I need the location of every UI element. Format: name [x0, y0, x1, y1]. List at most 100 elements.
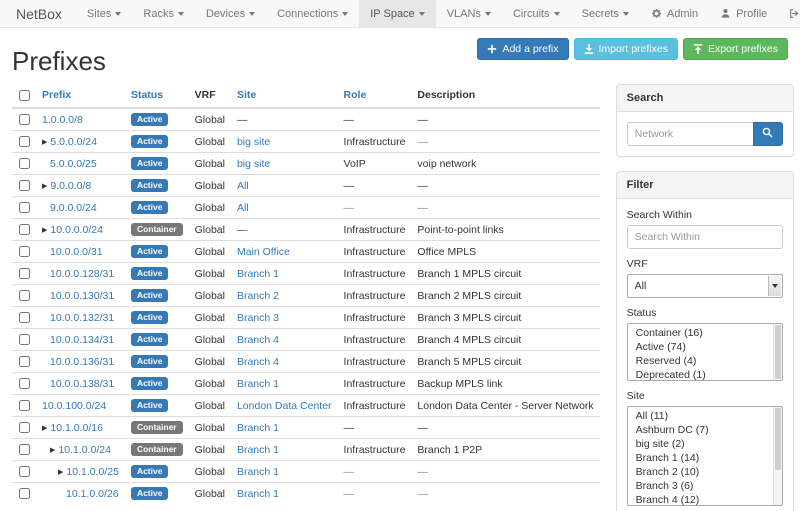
site-option[interactable]: Branch 2 (10) [628, 465, 782, 479]
select-all-checkbox[interactable] [19, 90, 30, 101]
search-button[interactable] [753, 122, 783, 146]
site-link[interactable]: Branch 1 [237, 444, 279, 456]
row-checkbox[interactable] [19, 158, 30, 169]
row-checkbox[interactable] [19, 378, 30, 389]
site-link[interactable]: Branch 1 [237, 268, 279, 280]
prefix-link[interactable]: 10.0.0.132/31 [50, 312, 114, 324]
site-link[interactable]: All [237, 202, 249, 214]
site-link[interactable]: London Data Center [237, 400, 332, 412]
row-checkbox[interactable] [19, 400, 30, 411]
import-prefixes-button[interactable]: Import prefixes [574, 38, 678, 60]
nav-item-admin[interactable]: Admin [640, 0, 709, 27]
row-checkbox[interactable] [19, 268, 30, 279]
site-multiselect[interactable]: All (11)Ashburn DC (7)big site (2)Branch… [627, 406, 783, 506]
site-option[interactable]: Branch 3 (6) [628, 479, 782, 493]
site-link[interactable]: Branch 3 [237, 312, 279, 324]
vrf-select[interactable]: All [627, 274, 783, 298]
site-link[interactable]: Branch 2 [237, 290, 279, 302]
prefix-link[interactable]: 10.1.0.0/24 [58, 444, 111, 456]
prefix-link[interactable]: 1.0.0.0/8 [42, 114, 83, 126]
status-multiselect[interactable]: Container (16)Active (74)Reserved (4)Dep… [627, 323, 783, 381]
nav-item-ip-space[interactable]: IP Space [359, 0, 435, 27]
row-checkbox[interactable] [19, 356, 30, 367]
status-option[interactable]: Reserved (4) [628, 354, 782, 368]
scrollbar-thumb[interactable] [775, 408, 781, 470]
nav-item-label: Connections [277, 8, 338, 20]
row-checkbox[interactable] [19, 136, 30, 147]
search-within-input[interactable] [627, 225, 783, 249]
site-link[interactable]: Branch 4 [237, 356, 279, 368]
site-link[interactable]: Main Office [237, 246, 290, 258]
scrollbar-track[interactable] [773, 407, 782, 505]
site-link[interactable]: Branch 4 [237, 334, 279, 346]
row-checkbox[interactable] [19, 334, 30, 345]
row-checkbox[interactable] [19, 312, 30, 323]
site-link[interactable]: Branch 1 [237, 466, 279, 478]
nav-item-racks[interactable]: Racks [132, 0, 195, 27]
row-checkbox[interactable] [19, 466, 30, 477]
description-cell: Office MPLS [411, 241, 599, 263]
netbox-logo[interactable]: NetBox [0, 0, 76, 27]
prefix-link[interactable]: 9.0.0.0/24 [50, 202, 97, 214]
site-option[interactable]: Ashburn DC (7) [628, 423, 782, 437]
scrollbar-thumb[interactable] [775, 325, 781, 379]
row-checkbox[interactable] [19, 180, 30, 191]
prefix-link[interactable]: 10.0.0.130/31 [50, 290, 114, 302]
site-option[interactable]: big site (2) [628, 437, 782, 451]
column-header-site[interactable]: Site [231, 84, 338, 108]
prefix-link[interactable]: 10.0.0.136/31 [50, 356, 114, 368]
nav-item-profile[interactable]: Profile [709, 0, 778, 27]
row-checkbox[interactable] [19, 444, 30, 455]
column-header-status[interactable]: Status [125, 84, 189, 108]
prefix-link[interactable]: 10.1.0.0/25 [66, 466, 119, 478]
prefix-link[interactable]: 5.0.0.0/24 [50, 136, 97, 148]
column-header-vrf: VRF [189, 84, 231, 108]
status-option[interactable]: Container (16) [628, 326, 782, 340]
nav-item-circuits[interactable]: Circuits [502, 0, 571, 27]
row-checkbox[interactable] [19, 488, 30, 499]
vrf-cell: Global [189, 395, 231, 417]
prefix-link[interactable]: 10.0.0.138/31 [50, 378, 114, 390]
nav-item-sites[interactable]: Sites [76, 0, 132, 27]
prefix-link[interactable]: 10.0.0.128/31 [50, 268, 114, 280]
prefix-link[interactable]: 10.0.0.0/24 [50, 224, 103, 236]
prefix-link[interactable]: 5.0.0.0/25 [50, 158, 97, 170]
site-link[interactable]: Branch 1 [237, 422, 279, 434]
site-link[interactable]: big site [237, 158, 270, 170]
site-link[interactable]: Branch 1 [237, 488, 279, 500]
import-icon [584, 44, 594, 54]
nav-item-vlans[interactable]: VLANs [436, 0, 502, 27]
row-checkbox[interactable] [19, 422, 30, 433]
prefix-link[interactable]: 10.1.0.0/16 [50, 422, 103, 434]
prefix-link[interactable]: 10.0.100.0/24 [42, 400, 106, 412]
site-option[interactable]: Branch 1 (14) [628, 451, 782, 465]
nav-item-secrets[interactable]: Secrets [571, 0, 640, 27]
status-option[interactable]: Active (74) [628, 340, 782, 354]
site-option[interactable]: Branch 4 (12) [628, 493, 782, 506]
nav-item-log-out[interactable]: Log out [778, 0, 800, 27]
nav-item-devices[interactable]: Devices [195, 0, 266, 27]
table-row: 10.0.0.132/31ActiveGlobalBranch 3Infrast… [12, 307, 600, 329]
status-option[interactable]: Deprecated (1) [628, 368, 782, 381]
prefix-link[interactable]: 10.0.0.134/31 [50, 334, 114, 346]
prefix-link[interactable]: 10.0.0.0/31 [50, 246, 103, 258]
vrf-cell: Global [189, 373, 231, 395]
export-prefixes-button[interactable]: Export prefixes [683, 38, 788, 60]
row-checkbox[interactable] [19, 114, 30, 125]
nav-item-connections[interactable]: Connections [266, 0, 359, 27]
search-input[interactable] [627, 122, 753, 146]
column-header-role[interactable]: Role [338, 84, 412, 108]
row-checkbox[interactable] [19, 202, 30, 213]
scrollbar-track[interactable] [773, 324, 782, 380]
row-checkbox[interactable] [19, 290, 30, 301]
site-link[interactable]: Branch 1 [237, 378, 279, 390]
row-checkbox[interactable] [19, 224, 30, 235]
row-checkbox[interactable] [19, 246, 30, 257]
site-option[interactable]: All (11) [628, 409, 782, 423]
site-link[interactable]: big site [237, 136, 270, 148]
prefix-link[interactable]: 9.0.0.0/8 [50, 180, 91, 192]
column-header-prefix[interactable]: Prefix [36, 84, 125, 108]
prefix-link[interactable]: 10.1.0.0/26 [66, 488, 119, 500]
site-link[interactable]: All [237, 180, 249, 192]
add-prefix-button[interactable]: Add a prefix [477, 38, 568, 60]
